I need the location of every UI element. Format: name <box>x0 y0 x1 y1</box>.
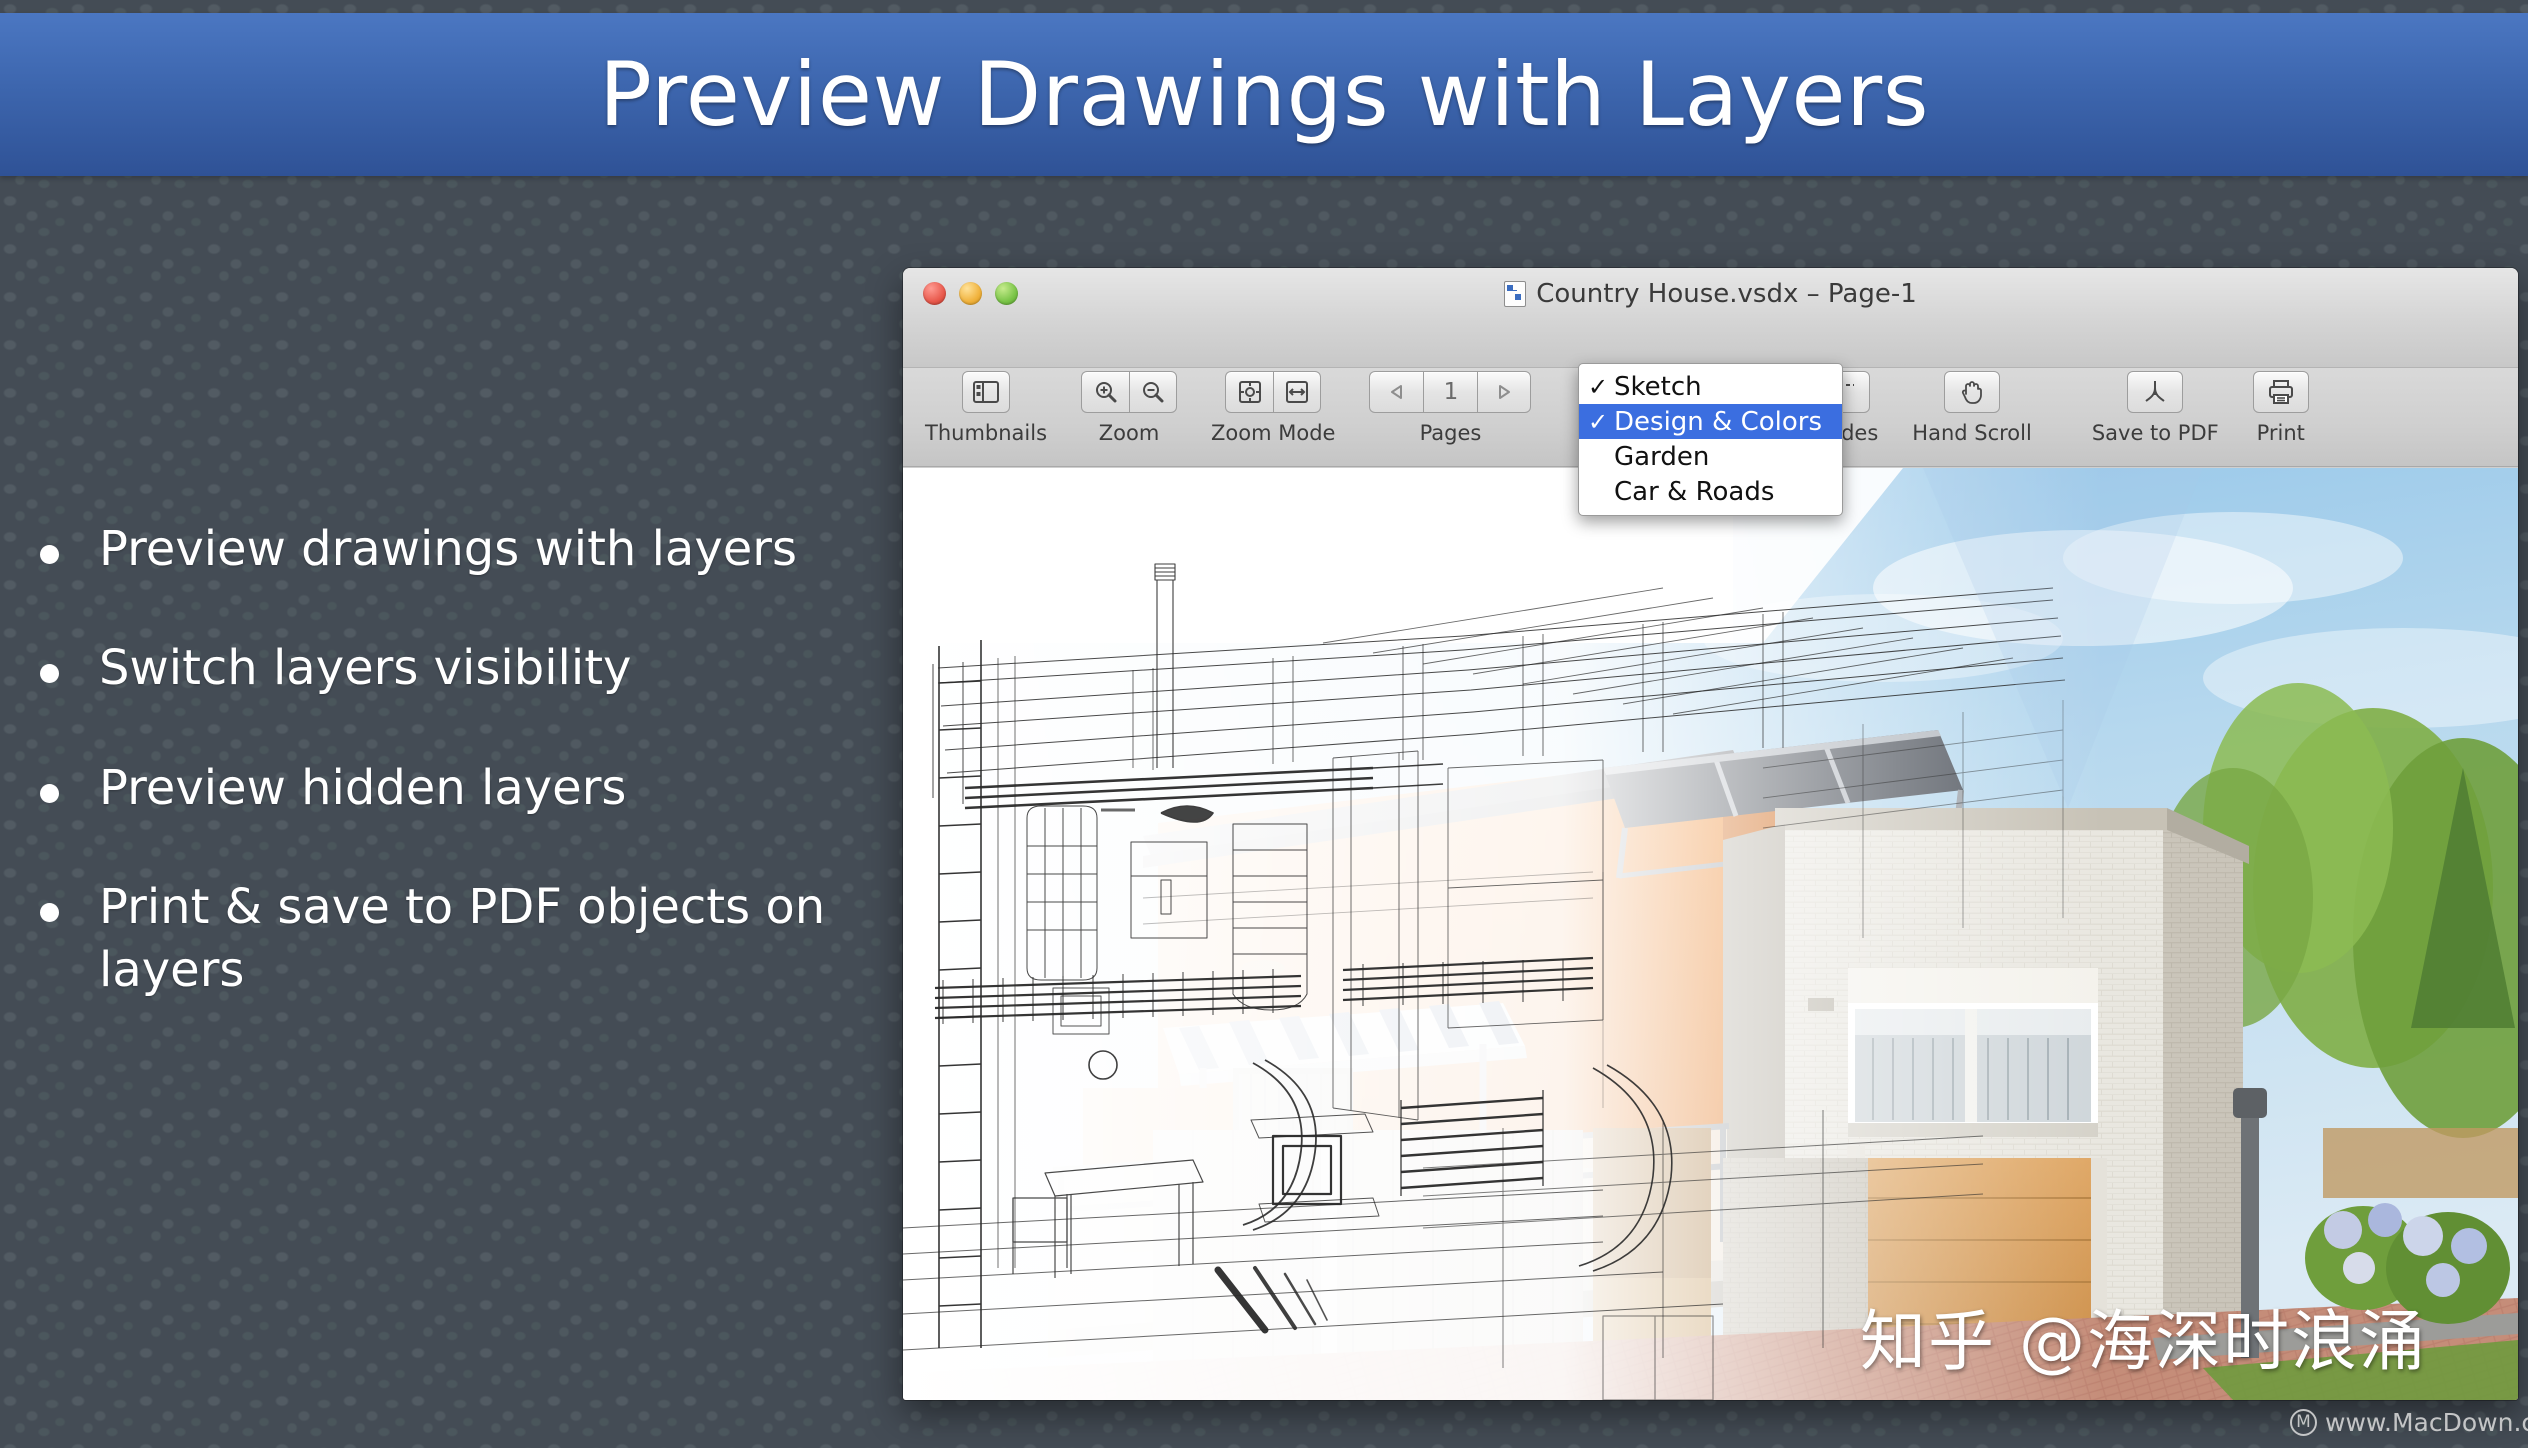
bullet-text: Print & save to PDF objects on layers <box>99 879 826 999</box>
toolbar-group-thumbnails: Thumbnails <box>925 371 1047 445</box>
list-item: Print & save to PDF objects on layers <box>28 876 838 1003</box>
window-title-group: Country House.vsdx – Page-1 <box>903 279 2518 309</box>
toolbar-group-zoom-mode: Zoom Mode <box>1211 371 1335 445</box>
fit-page-button[interactable] <box>1225 371 1274 413</box>
menu-item-label: Sketch <box>1614 371 1702 402</box>
bullet-dot-icon <box>40 903 59 923</box>
previous-page-button[interactable] <box>1369 371 1424 413</box>
toolbar-label: Save to PDF <box>2091 421 2219 445</box>
list-item: Preview hidden layers <box>28 757 838 820</box>
menu-item-car-and-roads[interactable]: ✓ Car & Roads <box>1579 474 1842 509</box>
hand-scroll-button[interactable] <box>1944 371 2001 413</box>
next-page-button[interactable] <box>1477 371 1532 413</box>
wireframe-sketch-layer <box>903 468 2103 1400</box>
sidebar-panel-icon <box>973 381 1000 403</box>
zoom-in-icon <box>1094 380 1118 404</box>
fit-width-icon <box>1284 380 1310 404</box>
toolbar-label: Print <box>2256 421 2305 445</box>
checkmark-icon: ✓ <box>1588 372 1609 401</box>
print-button[interactable] <box>2252 371 2309 413</box>
thumbnails-button[interactable] <box>962 371 1011 413</box>
zoom-out-button[interactable] <box>1129 371 1178 413</box>
bullet-text: Preview hidden layers <box>99 759 627 816</box>
country-house-drawing <box>903 468 2518 1400</box>
toolbar-group-print: Print <box>2252 371 2309 445</box>
toolbar-group-zoom: Zoom <box>1081 371 1178 445</box>
toolbar-label: Zoom Mode <box>1211 421 1336 445</box>
checkmark-icon: ✓ <box>1588 407 1609 436</box>
zoom-out-icon <box>1141 380 1165 404</box>
menu-item-garden[interactable]: ✓ Garden <box>1579 439 1842 474</box>
bullet-text: Switch layers visibility <box>99 640 632 697</box>
menu-item-label: Design & Colors <box>1614 406 1822 437</box>
page-number-field[interactable]: 1 <box>1423 371 1478 413</box>
toolbar-label: Zoom <box>1098 421 1160 445</box>
bullet-dot-icon <box>40 783 59 803</box>
page-number-value: 1 <box>1443 379 1459 405</box>
macdown-watermark: M www.MacDown.com <box>2290 1408 2528 1437</box>
toolbar-group-save-pdf: Save to PDF <box>2092 371 2219 445</box>
macdown-logo-icon: M <box>2290 1409 2317 1436</box>
bullet-dot-icon <box>40 664 59 684</box>
menu-item-label: Car & Roads <box>1614 476 1775 507</box>
toolbar-label: Hand Scroll <box>1912 421 2032 445</box>
toolbar-group-hand-scroll: Hand Scroll <box>1912 371 2032 445</box>
bullet-text: Preview drawings with layers <box>99 521 797 577</box>
bullet-dot-icon <box>40 545 59 564</box>
previous-page-icon <box>1388 383 1406 401</box>
slide-title-banner: Preview Drawings with Layers <box>0 13 2528 176</box>
list-item: Preview drawings with layers <box>28 518 838 581</box>
zhihu-watermark: 知乎 @海深时浪涌 <box>1860 1303 2427 1380</box>
window-title: Country House.vsdx – Page-1 <box>1536 279 1917 309</box>
hand-icon <box>1959 379 1985 405</box>
visio-document-icon <box>1504 281 1527 307</box>
zoom-in-button[interactable] <box>1081 371 1130 413</box>
layers-dropdown-menu[interactable]: ✓ Sketch ✓ Design & Colors ✓ Garden ✓ Ca… <box>1578 363 1843 516</box>
list-item: Switch layers visibility <box>28 637 838 700</box>
toolbar-label: Thumbnails <box>925 421 1048 445</box>
fit-width-button[interactable] <box>1273 371 1322 413</box>
menu-item-sketch[interactable]: ✓ Sketch <box>1579 369 1842 404</box>
macdown-watermark-text: www.MacDown.com <box>2325 1408 2528 1437</box>
pdf-icon <box>2142 379 2168 405</box>
drawing-canvas[interactable] <box>903 468 2518 1400</box>
window-titlebar[interactable]: Country House.vsdx – Page-1 <box>903 268 2518 368</box>
menu-item-design-and-colors[interactable]: ✓ Design & Colors <box>1579 404 1842 439</box>
bullet-list: Preview drawings with layers Switch laye… <box>28 518 838 1003</box>
menu-item-label: Garden <box>1614 441 1710 472</box>
presentation-slide: Preview Drawings with Layers Preview dra… <box>0 0 2528 1448</box>
save-to-pdf-button[interactable] <box>2127 371 2184 413</box>
toolbar-label: Pages <box>1419 421 1482 445</box>
next-page-icon <box>1495 383 1513 401</box>
fit-page-icon <box>1237 380 1263 404</box>
printer-icon <box>2268 379 2294 405</box>
page-title: Preview Drawings with Layers <box>598 43 1930 146</box>
toolbar-group-pages: 1 Pages <box>1369 371 1532 445</box>
